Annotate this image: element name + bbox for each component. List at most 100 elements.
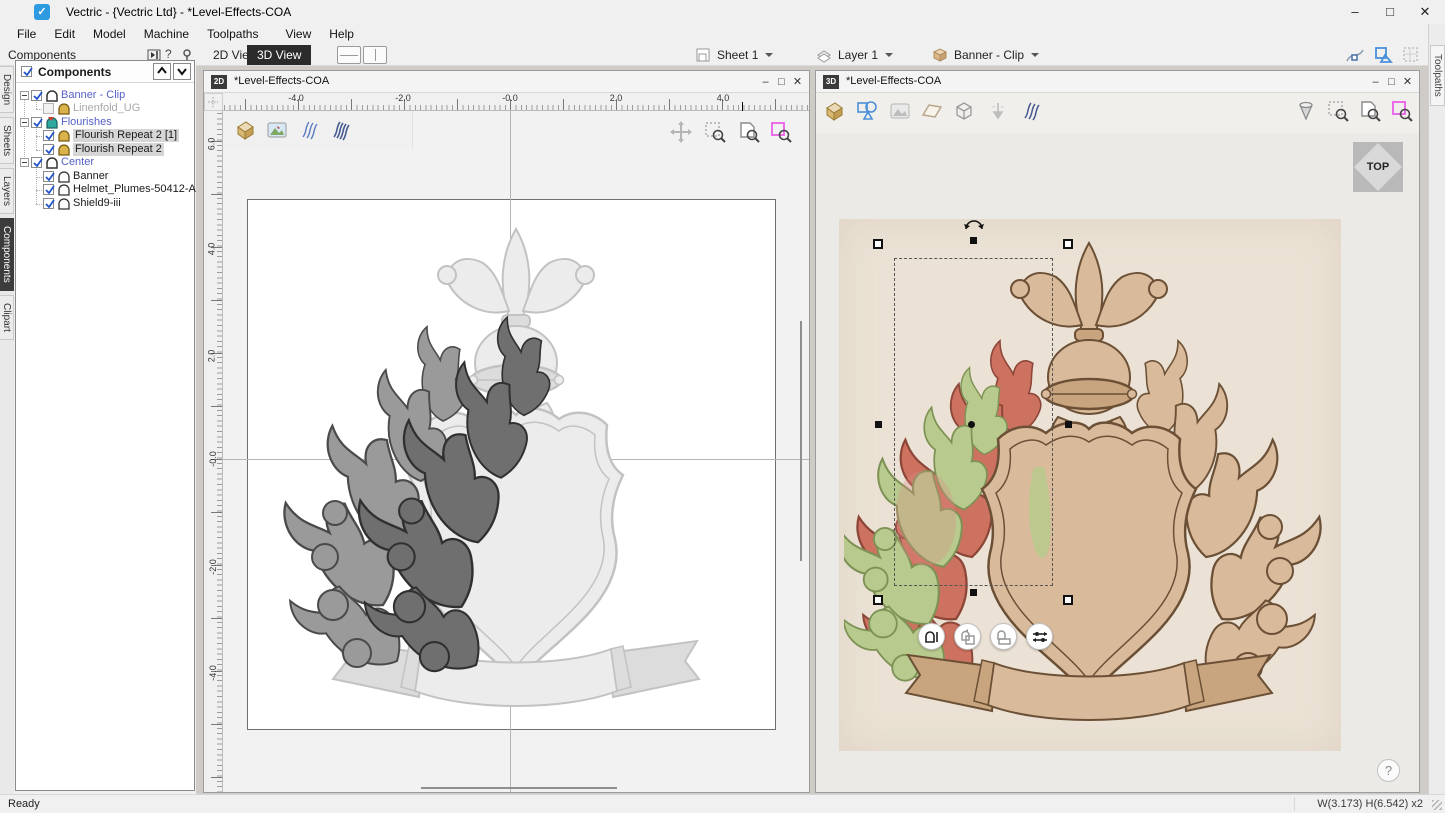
zoom-extents-icon[interactable] bbox=[737, 120, 761, 144]
menu-edit[interactable]: Edit bbox=[45, 25, 84, 43]
transform-mode-icon[interactable] bbox=[1372, 45, 1394, 68]
menu-machine[interactable]: Machine bbox=[135, 25, 198, 43]
material-plane-icon[interactable] bbox=[920, 99, 944, 123]
tab-layers[interactable]: Layers bbox=[0, 168, 14, 215]
app-minimize-button[interactable]: – bbox=[1338, 0, 1372, 24]
components-master-checkbox[interactable] bbox=[21, 66, 33, 77]
resize-grip[interactable] bbox=[1432, 800, 1442, 810]
tab-sheets[interactable]: Sheets bbox=[0, 117, 14, 165]
2d-horizontal-scrollbar[interactable] bbox=[421, 787, 617, 789]
view-orientation-icon[interactable] bbox=[1294, 99, 1318, 123]
tree-expander-icon[interactable] bbox=[20, 91, 29, 100]
tree-guide bbox=[36, 177, 42, 178]
tab-components[interactable]: Components bbox=[0, 218, 14, 291]
2d-canvas[interactable] bbox=[223, 111, 809, 792]
sheet-dropdown[interactable]: Sheet 1 bbox=[695, 46, 774, 64]
selection-pivot-point[interactable] bbox=[968, 421, 975, 428]
component-level-dropdown[interactable]: Banner - Clip bbox=[930, 46, 1040, 64]
3d-window-titlebar[interactable]: 3D *Level-Effects-COA – □ ✕ bbox=[816, 71, 1419, 93]
toolpath-drawing-icon[interactable] bbox=[297, 118, 321, 142]
tree-checkbox[interactable] bbox=[43, 171, 55, 182]
menu-model[interactable]: Model bbox=[84, 25, 135, 43]
tab-toolpaths[interactable]: Toolpaths bbox=[1430, 45, 1445, 106]
app-icon: ✓ bbox=[34, 4, 50, 20]
app-maximize-button[interactable]: □ bbox=[1373, 0, 1407, 24]
toolpath-solid-drawing-icon[interactable] bbox=[329, 118, 353, 142]
tree-checkbox[interactable] bbox=[43, 184, 55, 195]
3d-close-button[interactable]: ✕ bbox=[1400, 74, 1415, 90]
material-block-icon[interactable] bbox=[822, 99, 846, 123]
menu-bar: File Edit Model Machine Toolpaths View H… bbox=[0, 24, 1445, 44]
2d-window-titlebar[interactable]: 2D *Level-Effects-COA – □ ✕ bbox=[204, 71, 809, 93]
zoom-extents-icon[interactable] bbox=[1358, 99, 1382, 123]
material-block-icon[interactable] bbox=[233, 118, 257, 142]
2d-close-button[interactable]: ✕ bbox=[790, 74, 805, 90]
toolpath-drawing-icon[interactable] bbox=[1019, 99, 1043, 123]
3d-canvas[interactable]: TOP ? bbox=[816, 133, 1419, 792]
2d-minimize-button[interactable]: – bbox=[758, 74, 773, 90]
tree-checkbox[interactable] bbox=[43, 144, 55, 155]
rotate-handle-icon[interactable] bbox=[963, 218, 985, 235]
zoom-box-icon[interactable] bbox=[1326, 99, 1350, 123]
tree-checkbox[interactable] bbox=[31, 90, 43, 101]
selection-handle-left[interactable] bbox=[875, 421, 882, 428]
tree-header-label: Components bbox=[38, 65, 112, 79]
wireframe-box-icon[interactable] bbox=[952, 99, 976, 123]
tree-checkbox[interactable] bbox=[31, 157, 43, 168]
tree-expander-icon[interactable] bbox=[20, 158, 29, 167]
workspace: 2D *Level-Effects-COA – □ ✕ -4.0 -2.0 -0… bbox=[196, 66, 1428, 794]
horizontal-ruler: -4.0 -2.0 -0.0 2.0 4.0 bbox=[223, 93, 809, 111]
layer-dropdown[interactable]: Layer 1 bbox=[815, 46, 894, 64]
tree-expander-icon[interactable] bbox=[20, 118, 29, 127]
2d-maximize-button[interactable]: □ bbox=[774, 74, 789, 90]
tree-checkbox[interactable] bbox=[43, 198, 55, 209]
component-scale-mode-button[interactable] bbox=[990, 623, 1017, 650]
3d-maximize-button[interactable]: □ bbox=[1384, 74, 1399, 90]
selection-handle-right[interactable] bbox=[1065, 421, 1072, 428]
menu-help[interactable]: Help bbox=[320, 25, 363, 43]
2d-vertical-scrollbar[interactable] bbox=[800, 321, 802, 561]
left-tab-strip: Design Sheets Layers Components Clipart bbox=[0, 66, 14, 794]
selection-handle-top-left[interactable] bbox=[873, 239, 883, 249]
component-group-icon bbox=[45, 157, 59, 169]
grid-snap-icon[interactable] bbox=[1400, 45, 1422, 68]
zoom-box-icon[interactable] bbox=[703, 120, 727, 144]
tab-3d-view[interactable]: 3D View bbox=[247, 45, 312, 65]
node-edit-icon[interactable] bbox=[1344, 45, 1366, 68]
bitmap-preview-icon[interactable] bbox=[265, 118, 289, 142]
selection-handle-bottom[interactable] bbox=[970, 589, 977, 596]
menu-view[interactable]: View bbox=[276, 25, 320, 43]
component-rotate-mode-button[interactable] bbox=[954, 623, 981, 650]
app-close-button[interactable]: ✕ bbox=[1408, 0, 1442, 24]
split-vertical-icon[interactable] bbox=[363, 46, 387, 64]
right-tab-strip: Toolpaths bbox=[1428, 24, 1445, 794]
tree-checkbox[interactable] bbox=[43, 103, 54, 114]
pan-icon[interactable] bbox=[669, 120, 693, 144]
2d-window-title: *Level-Effects-COA bbox=[234, 75, 330, 87]
tab-clipart[interactable]: Clipart bbox=[0, 295, 14, 340]
panel-help-icon[interactable]: ? bbox=[165, 47, 172, 61]
status-text: Ready bbox=[8, 798, 40, 810]
menu-file[interactable]: File bbox=[8, 25, 45, 43]
component-properties-button[interactable] bbox=[1026, 623, 1053, 650]
selection-handle-top[interactable] bbox=[970, 237, 977, 244]
selection-handle-top-right[interactable] bbox=[1063, 239, 1073, 249]
zoom-selection-icon[interactable] bbox=[769, 120, 793, 144]
selection-handle-bottom-right[interactable] bbox=[1063, 595, 1073, 605]
split-horizontal-icon[interactable] bbox=[337, 46, 361, 64]
move-up-button[interactable] bbox=[153, 63, 171, 80]
help-button[interactable]: ? bbox=[1377, 759, 1400, 782]
tab-design[interactable]: Design bbox=[0, 66, 14, 114]
move-down-button[interactable] bbox=[173, 63, 191, 80]
zoom-selection-icon[interactable] bbox=[1390, 99, 1414, 123]
tree-guide bbox=[36, 109, 42, 110]
draw-vectors-icon[interactable] bbox=[855, 99, 879, 123]
bitmap-preview-icon[interactable] bbox=[888, 99, 912, 123]
tree-checkbox[interactable] bbox=[43, 130, 55, 141]
3d-minimize-button[interactable]: – bbox=[1368, 74, 1383, 90]
menu-toolpaths[interactable]: Toolpaths bbox=[198, 25, 267, 43]
component-move-mode-button[interactable] bbox=[918, 623, 945, 650]
drill-preview-icon[interactable] bbox=[986, 99, 1010, 123]
tree-checkbox[interactable] bbox=[31, 117, 43, 128]
selection-handle-bottom-left[interactable] bbox=[873, 595, 883, 605]
